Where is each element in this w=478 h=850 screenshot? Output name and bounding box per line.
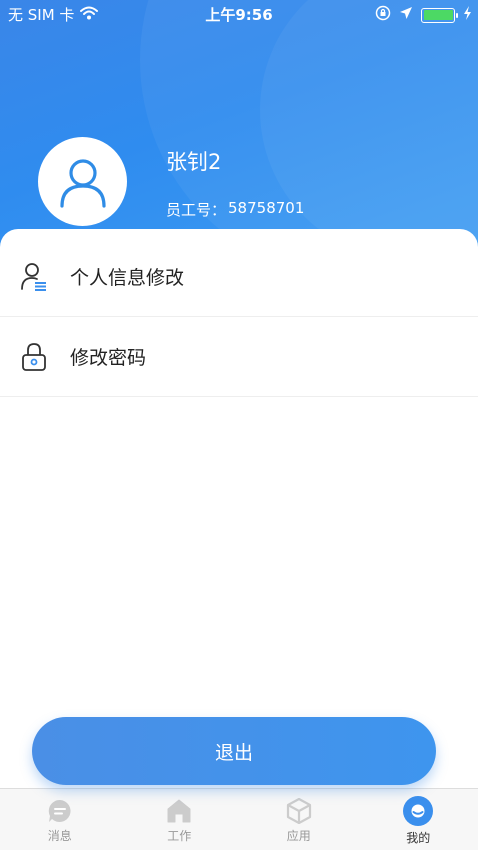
cube-icon [286,797,312,825]
profile-icon [403,796,434,826]
battery-icon [421,7,458,23]
tab-work[interactable]: 工作 [120,789,240,850]
employee-id: 员工号： 58758701 [166,199,304,220]
tab-label: 消息 [47,829,72,843]
employee-id-label: 员工号： [166,201,227,219]
orientation-lock-icon [375,5,391,25]
status-right [375,5,472,25]
tab-label: 应用 [286,829,311,843]
tab-label: 工作 [167,829,192,843]
home-icon [166,798,192,824]
tab-apps[interactable]: 应用 [239,789,359,850]
tab-label: 我的 [406,831,431,845]
menu-item-change-password[interactable]: 修改密码 [0,317,478,397]
battery-level [423,10,453,20]
tab-mine[interactable]: 我的 [359,789,478,850]
tab-messages[interactable]: 消息 [0,789,120,850]
lock-icon [20,342,48,372]
menu-item-label: 修改密码 [70,347,147,369]
user-edit-icon [20,262,48,292]
user-avatar-icon[interactable] [38,137,127,226]
message-icon [47,798,73,824]
bottom-tab-bar: 消息 工作 应用 我的 [0,788,478,850]
charging-bolt-icon [463,6,472,24]
menu-item-profile-edit[interactable]: 个人信息修改 [0,237,478,317]
menu-card: 个人信息修改 修改密码 [0,229,478,789]
profile-header: 无 SIM 卡 上午9:56 张钊2 员工号： 58758701 [0,0,478,260]
employee-id-value: 58758701 [228,199,305,217]
status-bar: 无 SIM 卡 上午9:56 [0,0,478,26]
user-name: 张钊2 [166,150,222,174]
logout-button[interactable]: 退出 [32,717,436,785]
location-arrow-icon [399,6,413,24]
menu-item-label: 个人信息修改 [70,267,185,289]
